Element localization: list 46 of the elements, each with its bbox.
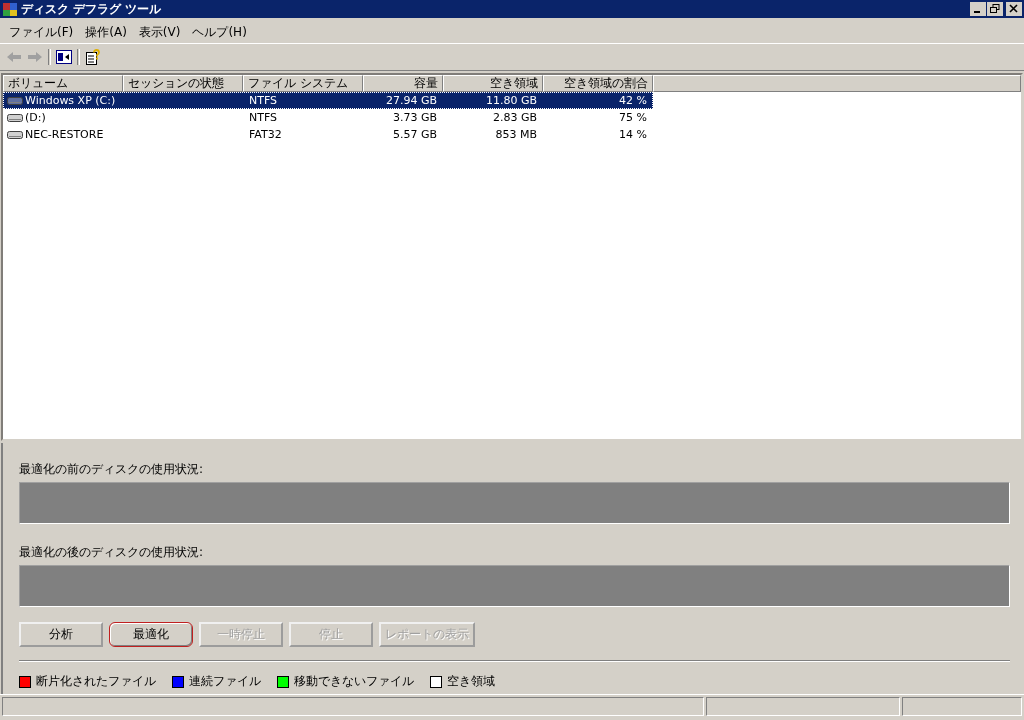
- volume-row[interactable]: NEC-RESTORE FAT32 5.57 GB 853 MB 14 %: [3, 126, 653, 143]
- legend-label: 移動できないファイル: [294, 673, 414, 690]
- table-cell: 42 %: [619, 94, 647, 107]
- menu-item[interactable]: ヘルプ(H): [187, 23, 252, 42]
- action-button[interactable]: 最適化: [109, 622, 193, 647]
- app-icon: [2, 1, 18, 17]
- column-header[interactable]: セッションの状態: [123, 75, 243, 92]
- column-header[interactable]: 容量: [363, 75, 443, 92]
- restore-icon[interactable]: [987, 2, 1003, 16]
- volume-row[interactable]: Windows XP (C:) NTFS 27.94 GB 11.80 GB 42 %: [3, 92, 653, 109]
- table-cell: 27.94 GB: [385, 94, 437, 107]
- column-header[interactable]: ファイル システム: [243, 75, 363, 92]
- drive-icon: [7, 112, 23, 123]
- table-cell: 5.57 GB: [392, 128, 437, 141]
- column-header[interactable]: 空き領域: [443, 75, 543, 92]
- usage-label: 最適化の前のディスクの使用状況:: [19, 461, 205, 478]
- table-cell: 75 %: [619, 111, 647, 124]
- legend-label: 連続ファイル: [189, 673, 261, 690]
- table-cell: NTFS: [249, 111, 278, 124]
- drive-icon: [7, 129, 23, 140]
- table-cell: 2.83 GB: [492, 111, 537, 124]
- column-header[interactable]: 空き領域の割合: [543, 75, 653, 92]
- table-cell: 3.73 GB: [392, 111, 437, 124]
- usage-label: 最適化の後のディスクの使用状況:: [19, 544, 205, 561]
- column-header[interactable]: ボリューム: [3, 75, 123, 92]
- menu-item[interactable]: 操作(A): [80, 23, 132, 42]
- menu-item[interactable]: 表示(V): [133, 23, 186, 42]
- table-cell: NTFS: [249, 94, 278, 107]
- menu-item[interactable]: ファイル(F): [4, 23, 79, 42]
- table-cell: NEC-RESTORE: [25, 128, 104, 141]
- table-cell: (D:): [25, 111, 46, 124]
- help-document-icon[interactable]: [85, 49, 101, 65]
- table-cell: 853 MB: [495, 128, 537, 141]
- drive-icon: [7, 95, 23, 106]
- volume-row[interactable]: (D:) NTFS 3.73 GB 2.83 GB 75 %: [3, 109, 653, 126]
- legend-label: 空き領域: [447, 673, 495, 690]
- minimize-icon[interactable]: [970, 2, 986, 16]
- legend-label: 断片化されたファイル: [36, 673, 156, 690]
- table-cell: 11.80 GB: [485, 94, 537, 107]
- panel-toggle-icon[interactable]: [56, 50, 72, 64]
- close-icon[interactable]: [1006, 2, 1022, 16]
- table-cell: FAT32: [249, 128, 282, 141]
- table-cell: 14 %: [619, 128, 647, 141]
- table-cell: Windows XP (C:): [25, 94, 116, 107]
- window-title: ディスク デフラグ ツール: [21, 0, 163, 18]
- action-button[interactable]: 分析: [19, 622, 103, 647]
